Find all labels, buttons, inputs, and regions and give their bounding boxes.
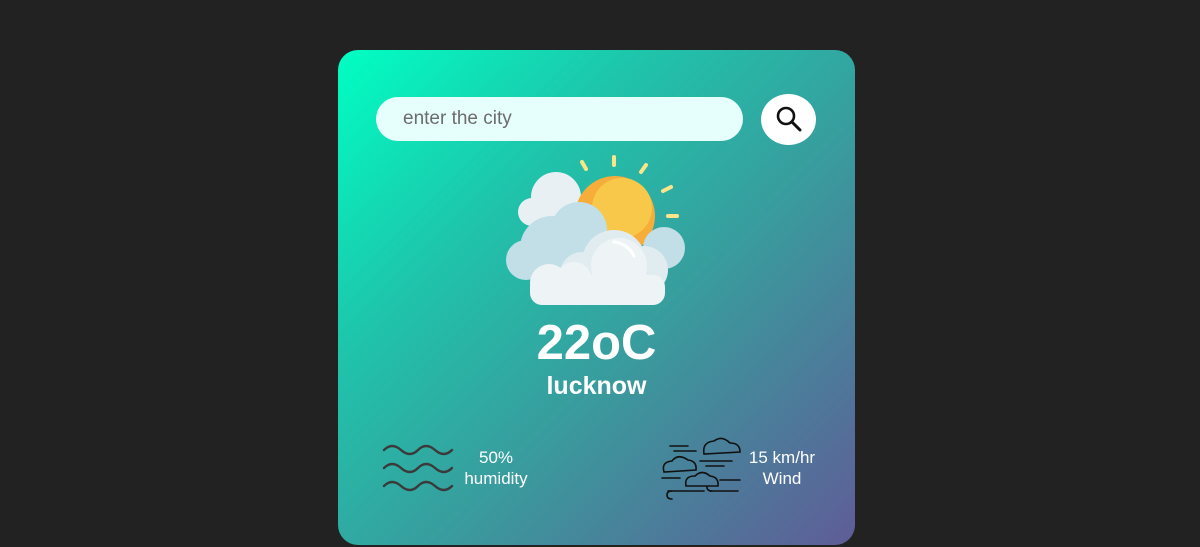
search-button[interactable] [761, 94, 816, 145]
sun-behind-clouds-icon [506, 155, 685, 305]
humidity-value: 50% [478, 448, 514, 467]
waves-icon [382, 444, 454, 492]
weather-card: 22oC lucknow 50% humidity 15 km [338, 50, 855, 545]
wind-label: Wind [762, 469, 802, 488]
humidity-label: humidity [464, 469, 528, 488]
wind-clouds-icon [661, 437, 741, 500]
search-input[interactable] [376, 97, 743, 141]
wind-value: 15 km/hr [748, 448, 816, 467]
search-icon [776, 106, 802, 132]
temperature-value: 22oC [536, 316, 657, 370]
city-name: lucknow [546, 372, 647, 400]
wind-detail: 15 km/hr Wind [744, 447, 820, 489]
humidity-detail: 50% humidity [456, 447, 536, 489]
